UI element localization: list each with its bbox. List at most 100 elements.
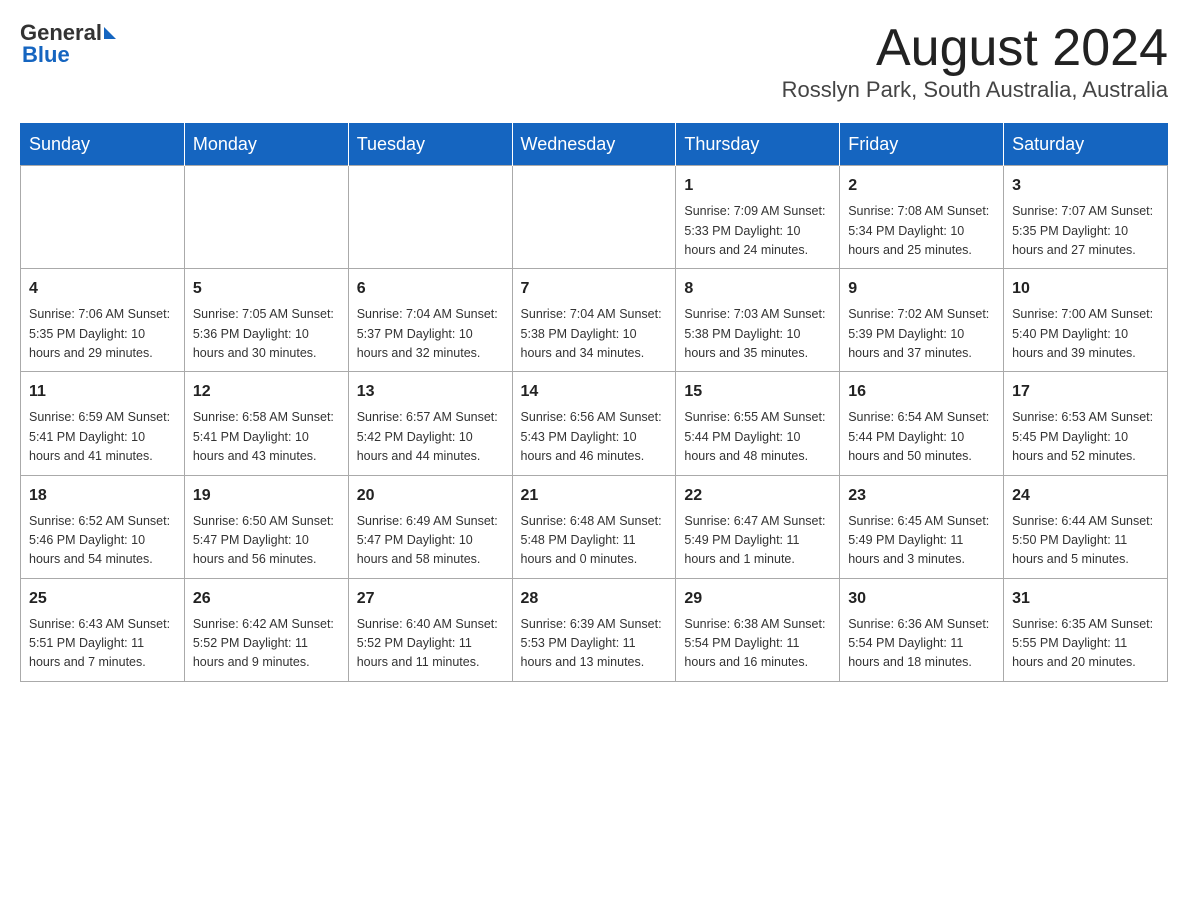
day-number: 24 [1012, 484, 1159, 508]
calendar-day-cell: 6Sunrise: 7:04 AM Sunset: 5:37 PM Daylig… [348, 269, 512, 372]
day-info: Sunrise: 6:58 AM Sunset: 5:41 PM Dayligh… [193, 408, 340, 466]
day-info: Sunrise: 7:04 AM Sunset: 5:38 PM Dayligh… [521, 305, 668, 363]
day-info: Sunrise: 7:03 AM Sunset: 5:38 PM Dayligh… [684, 305, 831, 363]
calendar-day-cell [21, 166, 185, 269]
calendar-day-cell: 8 Sunrise: 7:03 AM Sunset: 5:38 PM Daylig… [676, 269, 840, 372]
day-info: Sunrise: 6:35 AM Sunset: 5:55 PM Dayligh… [1012, 615, 1159, 673]
day-of-week-header: Friday [840, 124, 1004, 166]
calendar-day-cell: 4 Sunrise: 7:06 AM Sunset: 5:35 PM Daylig… [21, 269, 185, 372]
calendar-day-cell: 9Sunrise: 7:02 AM Sunset: 5:39 PM Daylig… [840, 269, 1004, 372]
day-number: 22 [684, 484, 831, 508]
day-info: Sunrise: 7:07 AM Sunset: 5:35 PM Dayligh… [1012, 202, 1159, 260]
day-of-week-header: Sunday [21, 124, 185, 166]
day-number: 30 [848, 587, 995, 611]
calendar-week-row: 25 Sunrise: 6:43 AM Sunset: 5:51 PM Dayli… [21, 578, 1168, 681]
calendar-day-cell: 14 Sunrise: 6:56 AM Sunset: 5:43 PM Dayli… [512, 372, 676, 475]
calendar-day-cell: 10 Sunrise: 7:00 AM Sunset: 5:40 PM Dayli… [1004, 269, 1168, 372]
calendar-day-cell: 31 Sunrise: 6:35 AM Sunset: 5:55 PM Dayli… [1004, 578, 1168, 681]
day-info: Sunrise: 7:09 AM Sunset: 5:33 PM Dayligh… [684, 202, 831, 260]
day-info: Sunrise: 6:39 AM Sunset: 5:53 PM Dayligh… [521, 615, 668, 673]
calendar-day-cell: 11 Sunrise: 6:59 AM Sunset: 5:41 PM Dayli… [21, 372, 185, 475]
calendar-day-cell: 1 Sunrise: 7:09 AM Sunset: 5:33 PM Daylig… [676, 166, 840, 269]
day-number: 2 [848, 174, 995, 198]
day-number: 16 [848, 380, 995, 404]
day-info: Sunrise: 6:53 AM Sunset: 5:45 PM Dayligh… [1012, 408, 1159, 466]
logo-text-blue: Blue [22, 42, 70, 68]
day-number: 8 [684, 277, 831, 301]
calendar-day-cell: 24 Sunrise: 6:44 AM Sunset: 5:50 PM Dayli… [1004, 475, 1168, 578]
day-info: Sunrise: 6:56 AM Sunset: 5:43 PM Dayligh… [521, 408, 668, 466]
day-number: 6 [357, 277, 504, 301]
day-info: Sunrise: 6:47 AM Sunset: 5:49 PM Dayligh… [684, 512, 831, 570]
day-number: 11 [29, 380, 176, 404]
calendar-title: August 2024 [782, 20, 1168, 77]
calendar-day-cell: 15Sunrise: 6:55 AM Sunset: 5:44 PM Dayli… [676, 372, 840, 475]
day-info: Sunrise: 7:08 AM Sunset: 5:34 PM Dayligh… [848, 202, 995, 260]
day-info: Sunrise: 6:43 AM Sunset: 5:51 PM Dayligh… [29, 615, 176, 673]
calendar-header-row: SundayMondayTuesdayWednesdayThursdayFrid… [21, 124, 1168, 166]
title-block: August 2024 Rosslyn Park, South Australi… [782, 20, 1168, 103]
calendar-day-cell: 19 Sunrise: 6:50 AM Sunset: 5:47 PM Dayli… [184, 475, 348, 578]
calendar-day-cell: 28 Sunrise: 6:39 AM Sunset: 5:53 PM Dayli… [512, 578, 676, 681]
calendar-day-cell: 27Sunrise: 6:40 AM Sunset: 5:52 PM Dayli… [348, 578, 512, 681]
calendar-day-cell: 7Sunrise: 7:04 AM Sunset: 5:38 PM Daylig… [512, 269, 676, 372]
calendar-week-row: 11 Sunrise: 6:59 AM Sunset: 5:41 PM Dayli… [21, 372, 1168, 475]
day-number: 18 [29, 484, 176, 508]
calendar-table: SundayMondayTuesdayWednesdayThursdayFrid… [20, 123, 1168, 682]
day-number: 31 [1012, 587, 1159, 611]
day-number: 15 [684, 380, 831, 404]
day-info: Sunrise: 6:48 AM Sunset: 5:48 PM Dayligh… [521, 512, 668, 570]
day-info: Sunrise: 6:42 AM Sunset: 5:52 PM Dayligh… [193, 615, 340, 673]
day-info: Sunrise: 6:38 AM Sunset: 5:54 PM Dayligh… [684, 615, 831, 673]
calendar-week-row: 4 Sunrise: 7:06 AM Sunset: 5:35 PM Daylig… [21, 269, 1168, 372]
day-number: 20 [357, 484, 504, 508]
day-number: 4 [29, 277, 176, 301]
logo: General Blue [20, 20, 116, 68]
calendar-subtitle: Rosslyn Park, South Australia, Australia [782, 77, 1168, 103]
day-number: 14 [521, 380, 668, 404]
day-info: Sunrise: 7:02 AM Sunset: 5:39 PM Dayligh… [848, 305, 995, 363]
day-number: 28 [521, 587, 668, 611]
day-number: 19 [193, 484, 340, 508]
day-number: 17 [1012, 380, 1159, 404]
calendar-day-cell: 22 Sunrise: 6:47 AM Sunset: 5:49 PM Dayli… [676, 475, 840, 578]
calendar-day-cell: 18Sunrise: 6:52 AM Sunset: 5:46 PM Dayli… [21, 475, 185, 578]
day-info: Sunrise: 6:54 AM Sunset: 5:44 PM Dayligh… [848, 408, 995, 466]
day-number: 13 [357, 380, 504, 404]
day-number: 21 [521, 484, 668, 508]
calendar-day-cell [348, 166, 512, 269]
calendar-day-cell: 3Sunrise: 7:07 AM Sunset: 5:35 PM Daylig… [1004, 166, 1168, 269]
day-number: 1 [684, 174, 831, 198]
day-info: Sunrise: 7:00 AM Sunset: 5:40 PM Dayligh… [1012, 305, 1159, 363]
day-number: 25 [29, 587, 176, 611]
calendar-day-cell: 16 Sunrise: 6:54 AM Sunset: 5:44 PM Dayli… [840, 372, 1004, 475]
calendar-day-cell: 17 Sunrise: 6:53 AM Sunset: 5:45 PM Dayli… [1004, 372, 1168, 475]
day-of-week-header: Saturday [1004, 124, 1168, 166]
calendar-day-cell: 20 Sunrise: 6:49 AM Sunset: 5:47 PM Dayli… [348, 475, 512, 578]
page-header: General Blue August 2024 Rosslyn Park, S… [20, 20, 1168, 103]
calendar-week-row: 18Sunrise: 6:52 AM Sunset: 5:46 PM Dayli… [21, 475, 1168, 578]
day-number: 10 [1012, 277, 1159, 301]
day-of-week-header: Thursday [676, 124, 840, 166]
calendar-day-cell: 21 Sunrise: 6:48 AM Sunset: 5:48 PM Dayli… [512, 475, 676, 578]
calendar-day-cell [184, 166, 348, 269]
calendar-day-cell: 2 Sunrise: 7:08 AM Sunset: 5:34 PM Daylig… [840, 166, 1004, 269]
day-info: Sunrise: 6:59 AM Sunset: 5:41 PM Dayligh… [29, 408, 176, 466]
day-info: Sunrise: 7:06 AM Sunset: 5:35 PM Dayligh… [29, 305, 176, 363]
day-of-week-header: Monday [184, 124, 348, 166]
day-info: Sunrise: 6:49 AM Sunset: 5:47 PM Dayligh… [357, 512, 504, 570]
day-info: Sunrise: 6:50 AM Sunset: 5:47 PM Dayligh… [193, 512, 340, 570]
day-number: 29 [684, 587, 831, 611]
calendar-week-row: 1 Sunrise: 7:09 AM Sunset: 5:33 PM Daylig… [21, 166, 1168, 269]
calendar-day-cell: 5Sunrise: 7:05 AM Sunset: 5:36 PM Daylig… [184, 269, 348, 372]
calendar-day-cell: 30 Sunrise: 6:36 AM Sunset: 5:54 PM Dayli… [840, 578, 1004, 681]
day-info: Sunrise: 6:44 AM Sunset: 5:50 PM Dayligh… [1012, 512, 1159, 570]
day-number: 27 [357, 587, 504, 611]
day-of-week-header: Wednesday [512, 124, 676, 166]
logo-triangle-icon [104, 27, 116, 39]
day-number: 23 [848, 484, 995, 508]
calendar-day-cell: 29 Sunrise: 6:38 AM Sunset: 5:54 PM Dayli… [676, 578, 840, 681]
day-info: Sunrise: 6:57 AM Sunset: 5:42 PM Dayligh… [357, 408, 504, 466]
day-number: 12 [193, 380, 340, 404]
day-info: Sunrise: 6:36 AM Sunset: 5:54 PM Dayligh… [848, 615, 995, 673]
